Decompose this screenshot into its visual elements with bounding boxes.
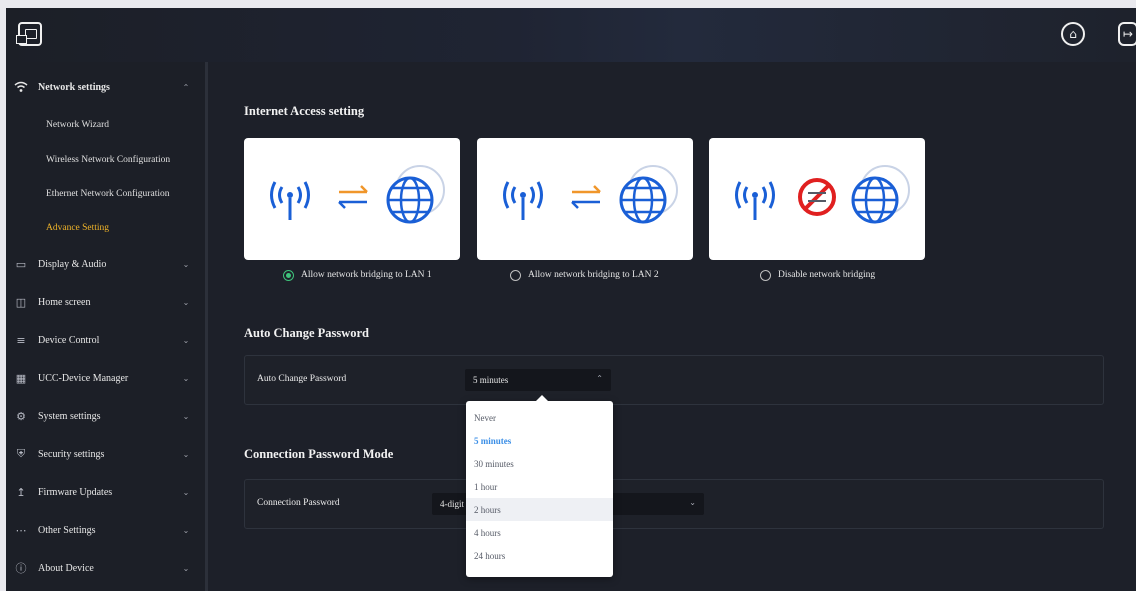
gear-icon: ⚙ — [16, 409, 26, 423]
sidebar-item-label: Display & Audio — [38, 258, 107, 270]
radio-label: Allow network bridging to LAN 1 — [301, 270, 432, 280]
chevron-down-icon: ⌄ — [182, 373, 190, 383]
upload-icon: ↥ — [16, 485, 26, 499]
monitor-icon: ▭ — [15, 257, 27, 271]
chevron-down-icon: ⌄ — [182, 487, 190, 497]
sidebar-item-label: System settings — [38, 410, 101, 422]
auto-change-password-dropdown: Never 5 minutes 30 minutes 1 hour 2 hour… — [466, 395, 613, 577]
select-value: 5 minutes — [473, 375, 509, 385]
chevron-down-icon: ⌄ — [182, 563, 190, 573]
info-icon: ⓘ — [15, 562, 27, 575]
sidebar-subitem-wireless-config[interactable]: Wireless Network Configuration — [46, 150, 170, 170]
connection-password-mode-title: Connection Password Mode — [244, 447, 394, 461]
chevron-down-icon: ⌄ — [182, 411, 190, 421]
bridge-lan2-card[interactable] — [477, 138, 693, 260]
logout-icon[interactable]: ↦ — [1118, 22, 1136, 46]
internet-access-title: Internet Access setting — [244, 104, 365, 118]
radio-unchecked-icon[interactable] — [510, 269, 521, 281]
wifi-icon — [14, 81, 28, 93]
radio-label: Disable network bridging — [778, 270, 876, 280]
radio-label: Allow network bridging to LAN 2 — [528, 270, 659, 280]
select-value: 4-digit — [440, 499, 464, 509]
chevron-up-icon: ⌃ — [596, 374, 603, 383]
sidebar-item-label: Firmware Updates — [38, 486, 113, 498]
sidebar-item-ucc-device-manager[interactable]: ▦ UCC-Device Manager ⌄ — [6, 359, 205, 397]
chevron-down-icon: ⌄ — [689, 498, 696, 507]
sidebar-item-label: Security settings — [38, 448, 105, 460]
sidebar-item-label: Other Settings — [38, 524, 96, 536]
connection-password-label: Connection Password — [257, 498, 340, 508]
chevron-up-icon: ⌃ — [182, 82, 190, 92]
antenna-icon — [503, 181, 543, 220]
top-bar: ⌂ ↦ — [6, 8, 1136, 62]
chevron-down-icon: ⌄ — [182, 449, 190, 459]
swap-arrows-icon — [338, 185, 368, 209]
antenna-icon — [735, 181, 775, 220]
radio-bridge-lan2[interactable]: Allow network bridging to LAN 2 — [510, 268, 659, 282]
sidebar-item-label: About Device — [38, 562, 94, 574]
sliders-icon: ≡ — [16, 333, 26, 347]
connection-password-panel: Connection Password 4-digit ⌄ — [244, 479, 1104, 529]
radio-disable-bridging[interactable]: Disable network bridging — [760, 268, 875, 282]
sidebar-subitem-network-wizard[interactable]: Network Wizard — [46, 115, 109, 135]
radio-unchecked-icon[interactable] — [760, 269, 771, 281]
sidebar-item-security-settings[interactable]: ⛨ Security settings ⌄ — [6, 435, 205, 473]
sidebar-subitem-advance-setting[interactable]: Advance Setting — [46, 218, 109, 238]
dropdown-option[interactable]: 1 hour — [466, 475, 613, 498]
home-screen-icon: ◫ — [15, 295, 27, 309]
sidebar-item-home-screen[interactable]: ◫ Home screen ⌄ — [6, 283, 205, 321]
sidebar-item-label: Device Control — [38, 334, 100, 346]
auto-change-password-label: Auto Change Password — [257, 374, 347, 384]
sidebar-subitem-ethernet-config[interactable]: Ethernet Network Configuration — [46, 184, 169, 204]
sidebar-item-about-device[interactable]: ⓘ About Device ⌄ — [6, 549, 205, 587]
dropdown-option-hover[interactable]: 2 hours — [466, 498, 613, 521]
shield-icon: ⛨ — [16, 447, 26, 460]
radio-checked-icon[interactable] — [283, 269, 294, 281]
home-icon[interactable]: ⌂ — [1061, 22, 1085, 46]
screen-share-icon[interactable] — [16, 22, 42, 46]
radio-bridge-lan1[interactable]: Allow network bridging to LAN 1 — [283, 268, 432, 282]
grid-icon: ▦ — [15, 371, 27, 385]
dropdown-option[interactable]: 4 hours — [466, 521, 613, 544]
sidebar-item-label: Home screen — [38, 296, 91, 308]
globe-icon — [619, 165, 678, 224]
antenna-icon — [270, 181, 310, 220]
sidebar-item-network-settings[interactable]: Network settings ⌃ — [6, 68, 205, 106]
auto-change-password-select[interactable]: 5 minutes ⌃ — [465, 369, 611, 391]
chevron-down-icon: ⌄ — [182, 525, 190, 535]
auto-change-password-panel: Auto Change Password 5 minutes ⌃ — [244, 355, 1104, 405]
sidebar: Network settings ⌃ Network Wizard Wirele… — [6, 62, 205, 591]
chevron-down-icon: ⌄ — [182, 335, 190, 345]
sidebar-item-display-audio[interactable]: ▭ Display & Audio ⌄ — [6, 245, 205, 283]
dropdown-option[interactable]: Never — [466, 406, 613, 429]
auto-change-password-title: Auto Change Password — [244, 326, 370, 340]
prohibited-icon — [798, 178, 836, 216]
more-icon: ⋯ — [15, 523, 27, 537]
disable-bridging-card[interactable] — [709, 138, 925, 260]
dropdown-option[interactable]: 24 hours — [466, 544, 613, 567]
chevron-down-icon: ⌄ — [182, 297, 190, 307]
sidebar-item-label: UCC-Device Manager — [38, 372, 129, 384]
sidebar-item-other-settings[interactable]: ⋯ Other Settings ⌄ — [6, 511, 205, 549]
app-window: ⌂ ↦ Network settings ⌃ Network Wizard Wi… — [6, 8, 1136, 591]
sidebar-item-label: Network settings — [38, 81, 110, 93]
chevron-down-icon: ⌄ — [182, 259, 190, 269]
dropdown-option-selected[interactable]: 5 minutes — [466, 429, 613, 452]
bridge-lan1-card[interactable] — [244, 138, 460, 260]
sidebar-item-device-control[interactable]: ≡ Device Control ⌄ — [6, 321, 205, 359]
sidebar-item-system-settings[interactable]: ⚙ System settings ⌄ — [6, 397, 205, 435]
main-content: Internet Access setting Allow network br… — [208, 62, 1136, 591]
globe-icon — [386, 165, 445, 224]
globe-icon — [851, 165, 910, 224]
sidebar-item-firmware-updates[interactable]: ↥ Firmware Updates ⌄ — [6, 473, 205, 511]
swap-arrows-icon — [571, 185, 601, 209]
dropdown-option[interactable]: 30 minutes — [466, 452, 613, 475]
